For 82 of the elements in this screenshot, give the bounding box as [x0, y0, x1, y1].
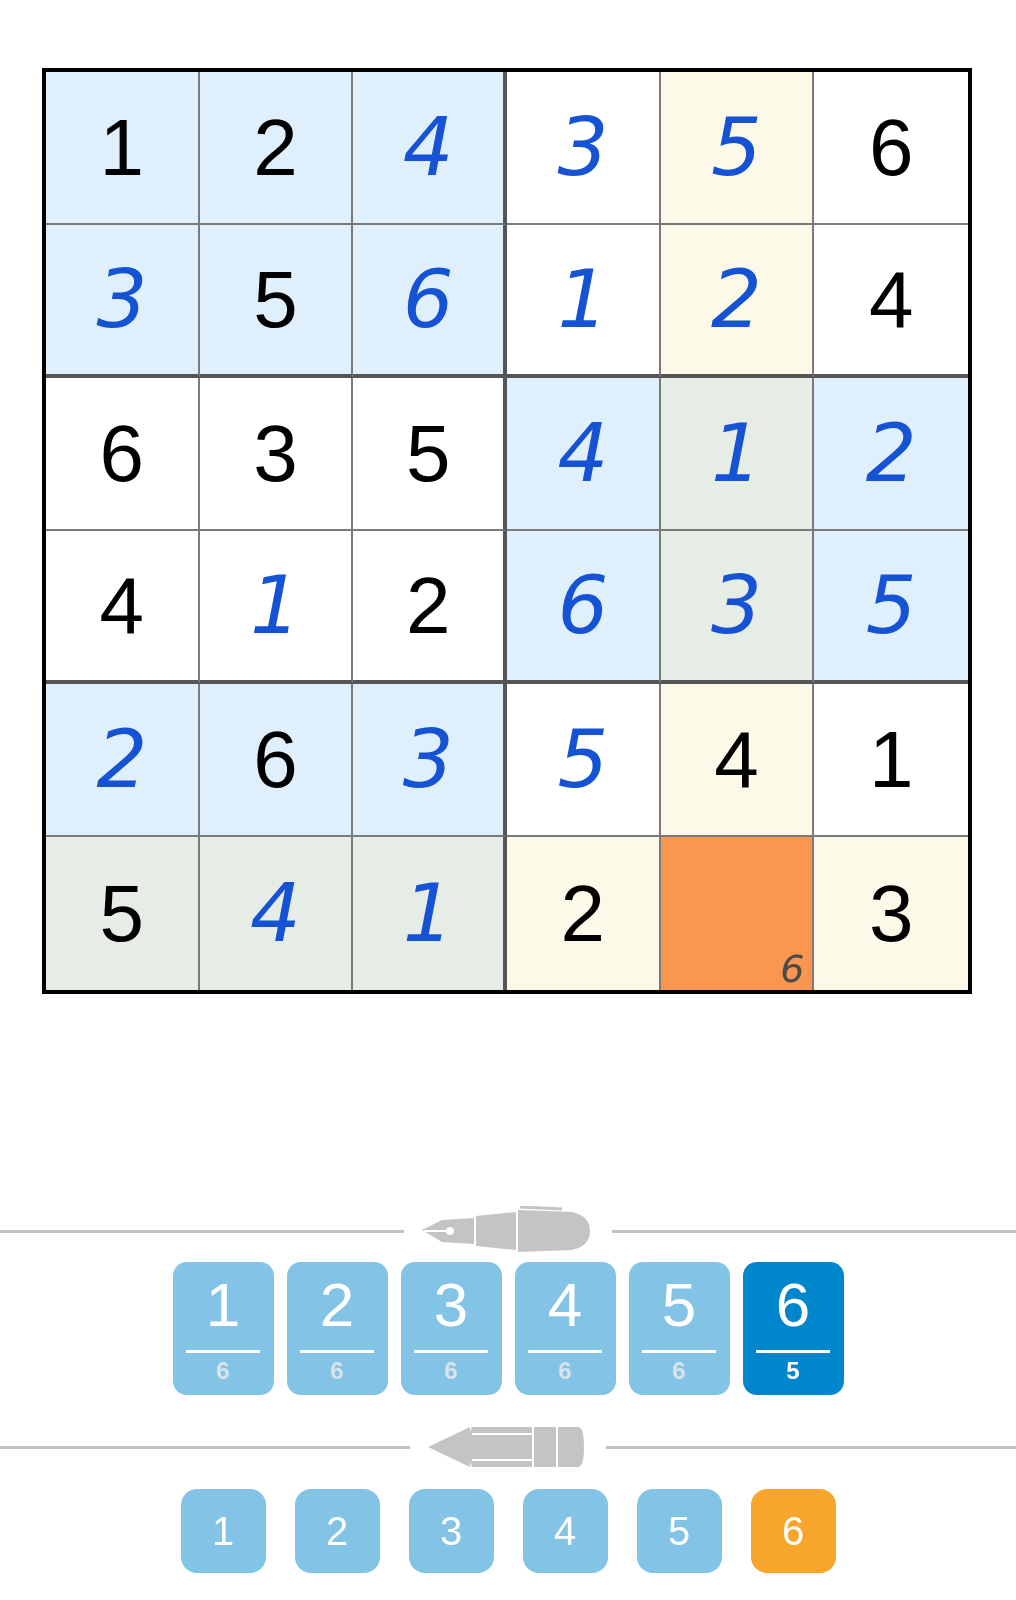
entered-digit: 6 [402, 259, 454, 340]
remaining-count: 6 [558, 1359, 572, 1383]
grid-cell[interactable]: 3 [46, 225, 200, 378]
grid-cell[interactable]: 4 [46, 531, 200, 684]
grid-cell[interactable]: 1 [660, 378, 815, 531]
given-digit: 1 [868, 719, 914, 800]
entered-digit: 3 [402, 719, 454, 800]
given-digit: 5 [253, 259, 298, 340]
grid-cell[interactable]: 3 [814, 837, 968, 990]
entered-digit: 4 [402, 107, 454, 188]
key-digit: 4 [547, 1274, 583, 1336]
remaining-count: 6 [216, 1359, 230, 1383]
given-digit: 3 [868, 873, 914, 954]
digit-key[interactable]: 6 5 [742, 1262, 844, 1395]
grid-cell[interactable]: 4 [199, 837, 354, 990]
grid-cell[interactable]: 6 [507, 531, 661, 684]
remaining-count: 5 [786, 1359, 800, 1383]
entered-digit: 6 [557, 565, 609, 646]
grid-cell[interactable]: 6 [199, 684, 354, 837]
entered-digit: 2 [865, 413, 917, 494]
given-digit: 2 [253, 107, 298, 188]
given-digit: 2 [560, 873, 606, 954]
empty-cell[interactable]: 6 [660, 837, 815, 990]
given-digit: 6 [868, 107, 914, 188]
grid-cell[interactable]: 2 [507, 837, 661, 990]
key-digit: 6 [775, 1274, 811, 1336]
entered-digit: 1 [711, 413, 762, 494]
given-digit: 4 [714, 719, 759, 800]
entered-digit: 5 [865, 565, 917, 646]
grid-cell[interactable]: 2 [199, 72, 354, 225]
given-digit: 3 [253, 413, 298, 494]
key-digit: 5 [661, 1274, 697, 1336]
grid-cell[interactable]: 4 [660, 684, 815, 837]
entered-digit: 3 [711, 565, 762, 646]
grid-cell[interactable]: 3 [660, 531, 815, 684]
entered-digit: 1 [250, 565, 301, 646]
remaining-count: 6 [672, 1359, 686, 1383]
grid-cell[interactable]: 5 [814, 531, 968, 684]
entered-digit: 4 [250, 873, 301, 954]
given-digit: 6 [253, 719, 298, 800]
grid-cell[interactable]: 2 [660, 225, 815, 378]
entered-digit: 2 [96, 719, 148, 800]
grid-cell[interactable]: 2 [353, 531, 507, 684]
grid-cell[interactable]: 6 [353, 225, 507, 378]
given-digit: 6 [99, 413, 145, 494]
grid-cell[interactable]: 4 [507, 378, 661, 531]
grid-cell[interactable]: 3 [507, 72, 661, 225]
grid-cell[interactable]: 4 [353, 72, 507, 225]
grid-cell[interactable]: 2 [46, 684, 200, 837]
grid-cell[interactable]: 1 [199, 531, 354, 684]
grid-cell[interactable]: 5 [660, 72, 815, 225]
grid-cell[interactable]: 1 [353, 837, 507, 990]
entered-digit: 5 [711, 107, 762, 188]
grid-cell[interactable]: 6 [46, 378, 200, 531]
grid-cell[interactable]: 5 [507, 684, 661, 837]
grid-cell[interactable]: 3 [199, 378, 354, 531]
given-digit: 1 [99, 107, 145, 188]
grid-cell[interactable]: 5 [199, 225, 354, 378]
given-digit: 4 [99, 565, 145, 646]
grid-cell[interactable]: 5 [46, 837, 200, 990]
grid-cell[interactable]: 2 [814, 378, 968, 531]
candidate-note: 6 [780, 950, 805, 988]
grid-cell[interactable]: 1 [46, 72, 200, 225]
entered-digit: 1 [402, 873, 454, 954]
key-digit: 2 [319, 1274, 355, 1336]
given-digit: 5 [405, 413, 451, 494]
remaining-count: 6 [330, 1359, 344, 1383]
entered-digit: 5 [557, 719, 609, 800]
key-digit: 1 [205, 1274, 241, 1336]
given-digit: 5 [99, 873, 145, 954]
entered-digit: 1 [557, 259, 609, 340]
grid-cell[interactable]: 5 [353, 378, 507, 531]
remaining-count: 6 [444, 1359, 458, 1383]
given-digit: 2 [405, 565, 451, 646]
entered-digit: 4 [557, 413, 609, 494]
grid-cell[interactable]: 3 [353, 684, 507, 837]
given-digit: 4 [868, 259, 914, 340]
entered-digit: 2 [711, 259, 762, 340]
key-digit: 3 [433, 1274, 469, 1336]
entered-digit: 3 [96, 259, 148, 340]
entered-digit: 3 [557, 107, 609, 188]
grid-cell[interactable]: 1 [507, 225, 661, 378]
